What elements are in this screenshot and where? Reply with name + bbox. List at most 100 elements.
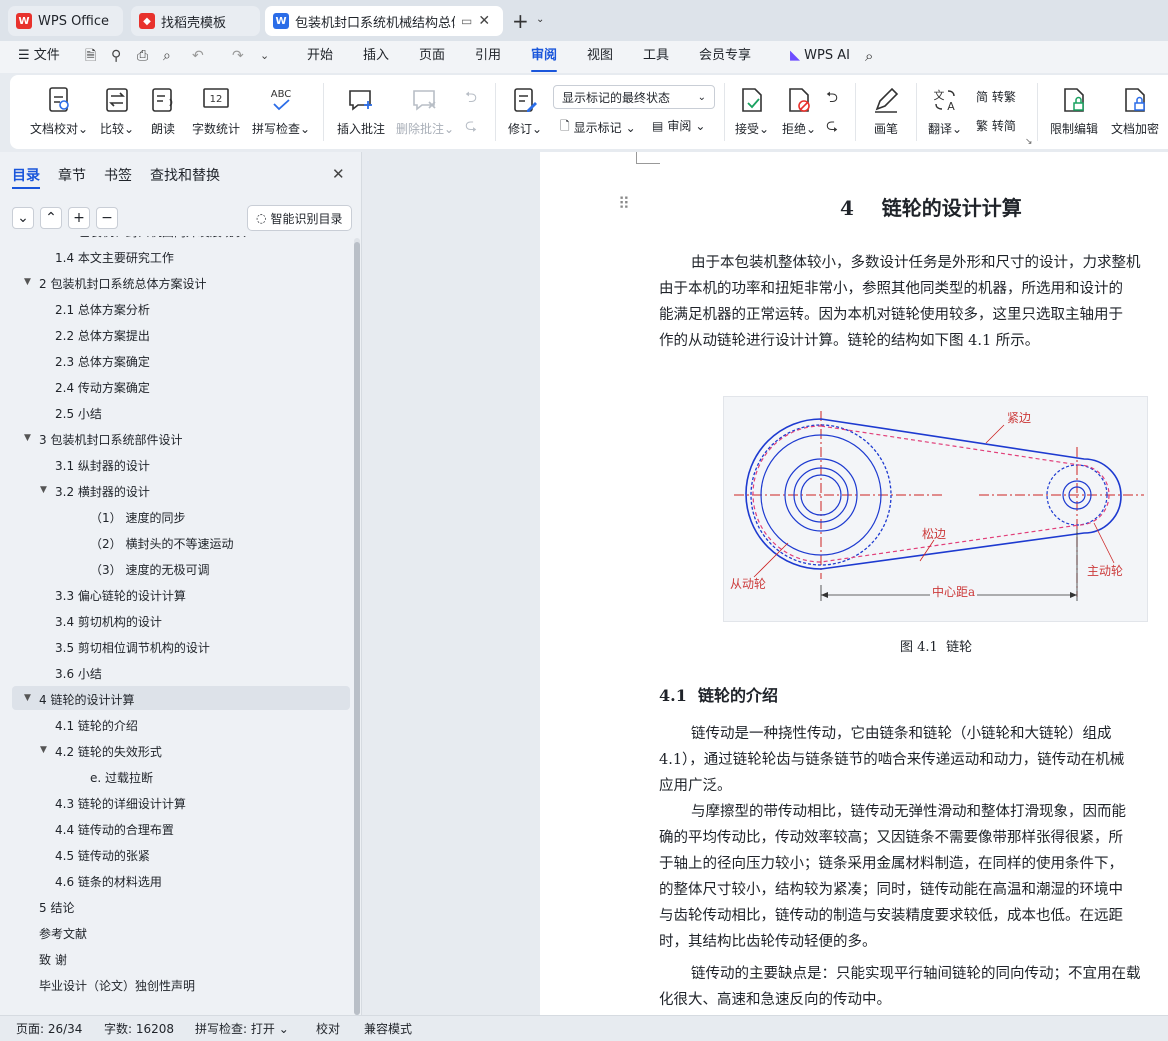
toc-item[interactable]: e. 过载拉断 xyxy=(90,769,153,786)
monitor-icon[interactable]: ▭ xyxy=(461,14,472,28)
toc-item[interactable]: 2.5 小结 xyxy=(55,405,102,422)
toc-item[interactable]: 3.5 剪切相位调节机构的设计 xyxy=(55,639,210,656)
save-icon[interactable]: 🗎 xyxy=(85,41,96,73)
proof-button[interactable]: 文档校对⌄ xyxy=(28,75,90,137)
toc-item[interactable]: 5 结论 xyxy=(39,899,74,916)
menu-member[interactable]: 会员专享 xyxy=(699,41,751,73)
markup-display-select[interactable]: 显示标记的最终状态 ⌄ xyxy=(553,85,715,109)
toc-item[interactable]: 致 谢 xyxy=(39,951,67,968)
nav-tab-toc[interactable]: 目录 xyxy=(12,165,40,185)
simplified-to-traditional-button[interactable]: 简 转繁 xyxy=(976,88,1016,105)
spell-check-status[interactable]: 拼写检查: 打开 ⌄ xyxy=(195,1020,289,1037)
smart-toc-button[interactable]: ◌ 智能识别目录 xyxy=(247,205,352,231)
print-preview-icon[interactable]: ⌕ xyxy=(163,41,171,73)
nav-tab-bookmarks[interactable]: 书签 xyxy=(104,165,132,185)
print-icon[interactable]: ⎙ xyxy=(137,41,148,73)
traditional-to-simplified-button[interactable]: 繁 转简 xyxy=(976,117,1016,134)
toc-item[interactable]: 毕业设计（论文）独创性声明 xyxy=(39,977,195,994)
toc-item[interactable]: 1.3 包装机、封口机国内外发展现状 xyxy=(55,236,246,240)
menu-references[interactable]: 引用 xyxy=(475,41,501,73)
menu-insert[interactable]: 插入 xyxy=(363,41,389,73)
word-count-button[interactable]: 12 字数统计 xyxy=(188,75,244,137)
expand-arrow-icon[interactable]: ▼ xyxy=(40,485,47,495)
insert-comment-button[interactable]: 插入批注 xyxy=(334,75,388,137)
toc-item[interactable]: （1） 速度的同步 xyxy=(90,509,185,526)
toc-item[interactable]: ▼ 2 包装机封口系统总体方案设计 xyxy=(24,275,206,292)
toc-item[interactable]: 2.2 总体方案提出 xyxy=(55,327,150,344)
nav-tab-chapters[interactable]: 章节 xyxy=(58,165,86,185)
accept-button[interactable]: 接受⌄ xyxy=(732,75,772,137)
proof-status[interactable]: 校对 xyxy=(316,1020,340,1037)
toc-scrollbar-thumb[interactable] xyxy=(354,242,360,1015)
next-comment-icon[interactable]: ⮎ xyxy=(465,115,477,140)
toc-item[interactable]: 2.3 总体方案确定 xyxy=(55,353,150,370)
review-pane-button[interactable]: ▤ 审阅 ⌄ xyxy=(652,117,705,134)
encrypt-document-button[interactable]: 文档加密 xyxy=(1107,75,1163,137)
share-icon[interactable]: ⚲ xyxy=(111,41,121,73)
toc-item[interactable]: 1.4 本文主要研究工作 xyxy=(55,249,174,266)
search-icon[interactable]: ⌕ xyxy=(865,41,873,73)
toc-item[interactable]: 2.4 传动方案确定 xyxy=(55,379,150,396)
show-markup-button[interactable]: 🗋 显示标记 ⌄ xyxy=(560,117,636,138)
page-indicator[interactable]: 页面: 26/34 xyxy=(16,1020,82,1037)
revise-button[interactable]: 修订⌄ xyxy=(504,75,546,137)
menu-tools[interactable]: 工具 xyxy=(643,41,669,73)
toc-item[interactable]: 参考文献 xyxy=(39,925,87,942)
toc-item[interactable]: 4.1 链轮的介绍 xyxy=(55,717,138,734)
add-heading-icon[interactable]: + xyxy=(68,207,90,229)
toc-item[interactable]: 2.1 总体方案分析 xyxy=(55,301,150,318)
tab-current-document[interactable]: W 包装机封口系统机械结构总体 ▭ ✕ xyxy=(265,6,503,36)
undo-icon[interactable]: ↶ xyxy=(192,41,204,73)
previous-change-icon[interactable]: ⮌ xyxy=(826,87,838,112)
compare-button[interactable]: 比较⌄ xyxy=(96,75,138,137)
expand-up-icon[interactable]: ⌃ xyxy=(40,207,62,229)
remove-heading-icon[interactable]: − xyxy=(96,207,118,229)
menu-home[interactable]: 开始 xyxy=(307,41,333,73)
toc-item[interactable]: 3.1 纵封器的设计 xyxy=(55,457,150,474)
translate-button[interactable]: 文A 翻译⌄ xyxy=(924,75,966,137)
toc-item[interactable]: ▼ 3.2 横封器的设计 xyxy=(40,483,150,500)
toc-scrollbar[interactable] xyxy=(354,238,360,1015)
nav-tab-find-replace[interactable]: 查找和替换 xyxy=(150,165,220,185)
menu-review[interactable]: 审阅 xyxy=(531,41,558,73)
toc-item[interactable]: （3） 速度的无极可调 xyxy=(90,561,209,578)
restrict-editing-button[interactable]: 限制编辑 xyxy=(1046,75,1102,137)
close-panel-icon[interactable]: ✕ xyxy=(332,165,345,183)
delete-comment-button[interactable]: 删除批注⌄ xyxy=(394,75,456,137)
reject-button[interactable]: 拒绝⌄ xyxy=(779,75,819,137)
tab-wps-office[interactable]: W WPS Office xyxy=(8,6,123,36)
toc-item[interactable]: （2） 横封头的不等速运动 xyxy=(90,535,233,552)
toc-item[interactable]: 4.5 链传动的张紧 xyxy=(55,847,150,864)
drag-handle-icon[interactable]: ⠿ xyxy=(618,194,630,213)
new-tab-icon[interactable]: + xyxy=(512,9,529,33)
toc-item[interactable]: 4.4 链传动的合理布置 xyxy=(55,821,174,838)
pen-button[interactable]: 画笔 xyxy=(866,75,906,137)
expand-group-icon[interactable]: ↘ xyxy=(1025,137,1033,147)
spell-check-button[interactable]: ABC 拼写检查⌄ xyxy=(250,75,312,137)
expand-arrow-icon[interactable]: ▼ xyxy=(24,433,31,443)
toc-item[interactable]: 3.4 剪切机构的设计 xyxy=(55,613,162,630)
tab-daoke-template[interactable]: ◆ 找稻壳模板 xyxy=(131,6,260,36)
tab-list-chevron-icon[interactable]: ⌄ xyxy=(536,14,544,25)
read-aloud-button[interactable]: 朗读 xyxy=(145,75,181,137)
toc-item[interactable]: ▼ 4 链轮的设计计算 xyxy=(24,691,134,708)
toc-item[interactable]: ▼ 3 包装机封口系统部件设计 xyxy=(24,431,182,448)
redo-icon[interactable]: ↷ xyxy=(232,41,244,73)
toc-item[interactable]: ▼ 4.2 链轮的失效形式 xyxy=(40,743,162,760)
toc-item[interactable]: 3.6 小结 xyxy=(55,665,102,682)
collapse-all-icon[interactable]: ⌄ xyxy=(12,207,34,229)
menu-view[interactable]: 视图 xyxy=(587,41,613,73)
next-change-icon[interactable]: ⮎ xyxy=(826,115,838,140)
file-menu[interactable]: ☰ 文件 xyxy=(18,41,60,73)
quick-access-chevron-icon[interactable]: ⌄ xyxy=(260,41,269,73)
expand-arrow-icon[interactable]: ▼ xyxy=(24,277,31,287)
expand-arrow-icon[interactable]: ▼ xyxy=(24,693,31,703)
expand-arrow-icon[interactable]: ▼ xyxy=(40,745,47,755)
toc-item[interactable]: 4.3 链轮的详细设计计算 xyxy=(55,795,186,812)
wps-ai-button[interactable]: ◣ WPS AI xyxy=(790,41,850,73)
word-count-indicator[interactable]: 字数: 16208 xyxy=(104,1020,174,1037)
toc-item[interactable]: 3.3 偏心链轮的设计计算 xyxy=(55,587,186,604)
toc-item[interactable]: 4.6 链条的材料选用 xyxy=(55,873,162,890)
previous-comment-icon[interactable]: ⮌ xyxy=(465,87,477,112)
close-tab-icon[interactable]: ✕ xyxy=(478,13,490,29)
